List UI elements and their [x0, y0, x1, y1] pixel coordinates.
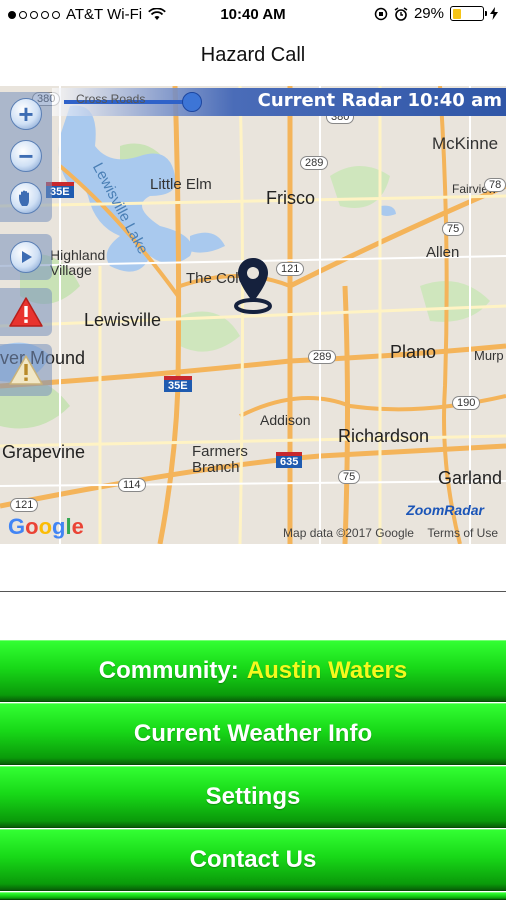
map-label-allen: Allen — [426, 244, 460, 261]
charging-bolt-icon — [490, 7, 498, 20]
alarm-icon — [394, 6, 408, 21]
battery-icon — [450, 6, 487, 21]
map-attribution: Map data ©2017 Google Terms of Use — [283, 526, 498, 540]
map-label-mckinney: McKinne — [432, 134, 499, 153]
radar-timeline-knob[interactable] — [182, 92, 202, 112]
plus-icon: + — [10, 98, 42, 130]
settings-label: Settings — [205, 783, 301, 810]
warning-button[interactable] — [6, 350, 46, 390]
route-shield: 121 — [276, 262, 305, 276]
map-label-highland-village: Highland Village — [50, 247, 106, 278]
map-zoom-controls: + − — [0, 92, 52, 222]
route-shield: 289 — [308, 350, 337, 364]
minus-icon: − — [10, 140, 42, 172]
radar-title: Current Radar 10:40 am — [257, 90, 502, 111]
zoom-in-button[interactable]: + — [6, 94, 46, 134]
zoomradar-logo: ZoomRadar — [406, 502, 484, 518]
warning-triangle-icon — [9, 355, 43, 385]
map-label-addison: Addison — [260, 412, 311, 428]
map-data-text: Map data ©2017 Google — [283, 526, 414, 540]
play-button[interactable] — [6, 237, 46, 277]
route-shield: 75 — [442, 222, 465, 236]
interstate-shield: 35E — [164, 376, 192, 392]
route-shield: 75 — [338, 470, 361, 484]
map-label-frisco: Frisco — [266, 188, 315, 208]
radar-timeline-bar: Cross Roads Current Radar 10:40 am — [52, 88, 506, 116]
radar-map[interactable]: McKinne Little Elm Frisco Fairview Highl… — [0, 86, 506, 544]
alert-triangle-icon — [9, 297, 43, 327]
location-pin-icon[interactable] — [230, 256, 276, 314]
divider — [0, 591, 506, 592]
more-button-partial[interactable] — [0, 892, 506, 900]
pan-button[interactable] — [6, 178, 46, 218]
radar-road-label: Cross Roads — [76, 92, 146, 106]
community-label: Community: — [98, 657, 239, 684]
warning-controls — [0, 344, 52, 396]
contact-us-button[interactable]: Contact Us — [0, 829, 506, 891]
battery-percent: 29% — [413, 5, 444, 22]
hazard-alert-button[interactable] — [6, 292, 46, 332]
radar-play-controls — [0, 234, 52, 280]
alert-controls — [0, 288, 52, 336]
page-title: Hazard Call — [200, 44, 306, 66]
google-logo: Google — [8, 514, 84, 539]
map-label-farmers-branch: Farmers Branch — [192, 443, 248, 476]
community-value: Austin Waters — [246, 657, 408, 684]
status-icons: 29% — [374, 5, 498, 22]
map-label-grapevine: Grapevine — [2, 442, 86, 462]
orientation-lock-icon — [374, 7, 388, 20]
terms-of-use-link[interactable]: Terms of Use — [427, 526, 498, 540]
current-weather-label: Current Weather Info — [133, 720, 373, 747]
play-icon — [10, 241, 42, 273]
map-label-lewisville: Lewisville — [84, 310, 162, 330]
map-label-garland: Garland — [438, 468, 503, 488]
map-label-murphy: Murp — [474, 348, 504, 363]
map-label-little-elm: Little Elm — [150, 176, 212, 193]
community-button[interactable]: Community: Austin Waters — [0, 640, 506, 702]
route-shield: 114 — [118, 478, 146, 492]
interstate-shield: 635 — [276, 452, 303, 468]
current-weather-button[interactable]: Current Weather Info — [0, 703, 506, 765]
route-shield: 190 — [452, 396, 481, 410]
route-shield: 78 — [484, 178, 506, 192]
route-shield: 289 — [300, 156, 329, 170]
settings-button[interactable]: Settings — [0, 766, 506, 828]
route-shield: 121 — [10, 498, 39, 512]
hand-icon — [10, 182, 42, 214]
map-label-richardson: Richardson — [338, 426, 430, 446]
zoom-out-button[interactable]: − — [6, 136, 46, 176]
status-bar: AT&T Wi-Fi 10:40 AM 29% — [0, 0, 506, 30]
contact-us-label: Contact Us — [189, 846, 317, 873]
map-label-plano: Plano — [390, 342, 437, 362]
